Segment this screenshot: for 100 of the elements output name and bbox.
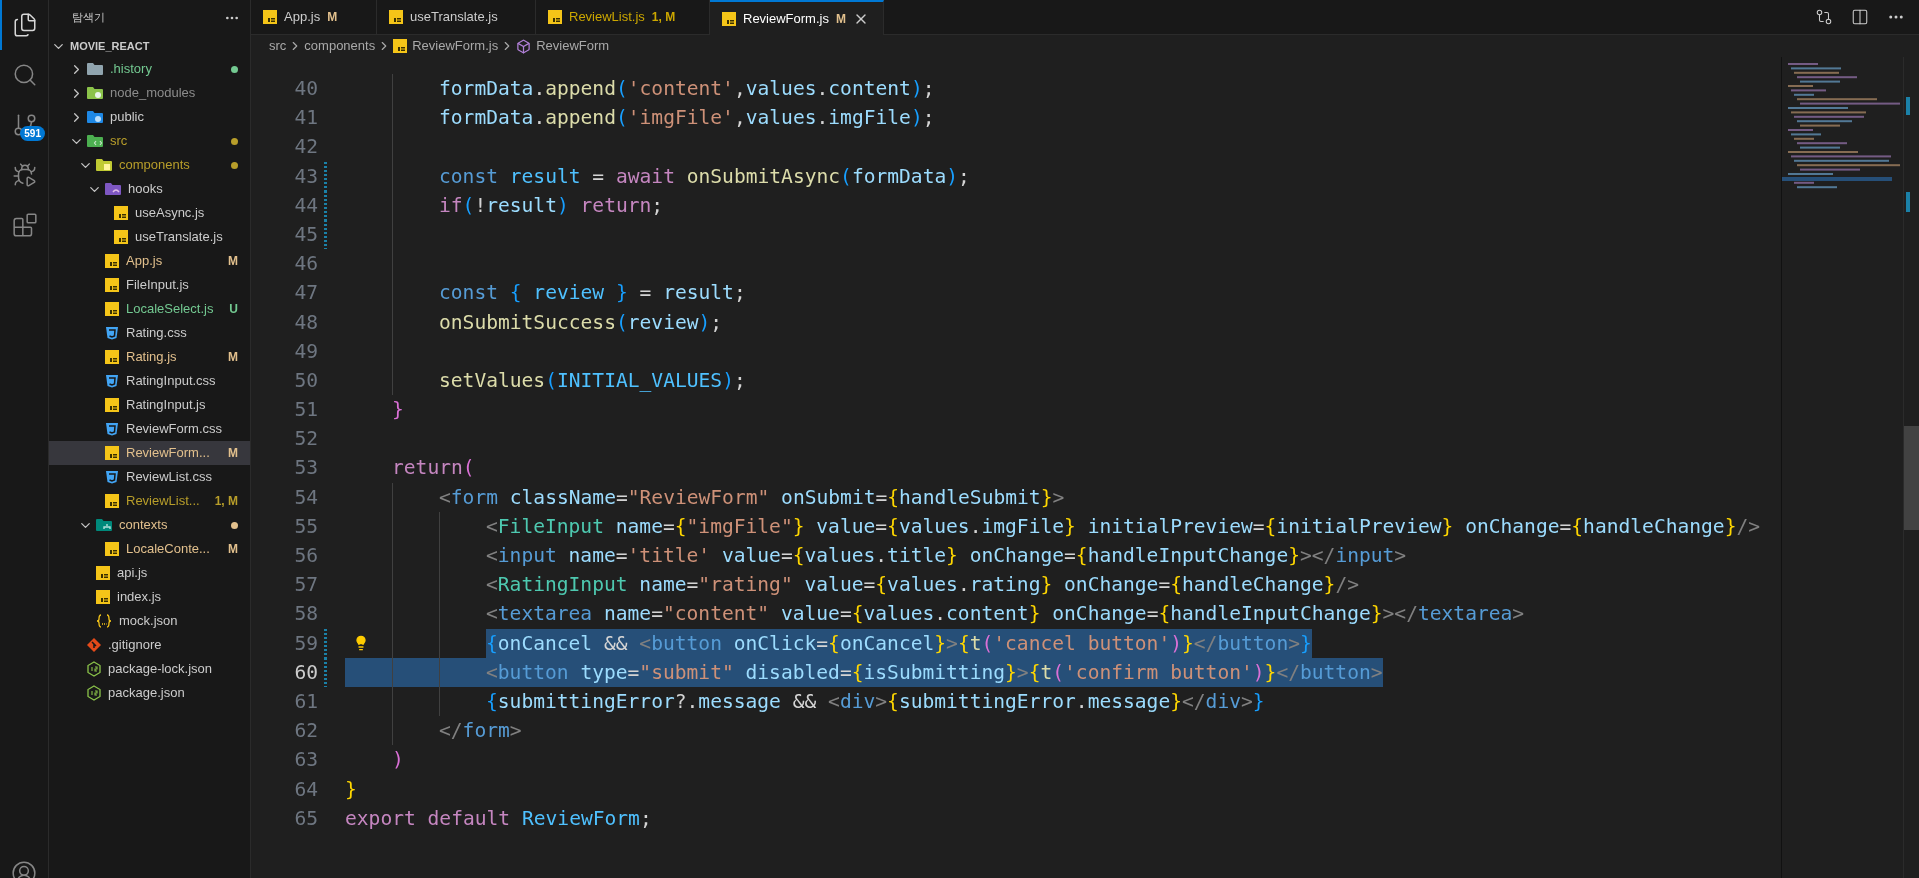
git-status: M [228,445,238,462]
lightbulb-icon[interactable] [353,634,369,651]
panel-title: 탐색기 [72,10,105,26]
file-row[interactable]: useAsync.js [49,201,250,225]
line-number: 65 [293,805,318,832]
line-number: 62 [293,718,318,745]
file-name: package-lock.json [108,660,213,679]
file-row[interactable]: ReviewForm... M [49,441,250,465]
js-file-icon [114,206,128,220]
code-line: formData.append('content',values.content); [439,76,935,102]
compare-icon[interactable] [1815,8,1833,26]
count-badge: 591 [20,126,45,141]
code-line: <input name='title' value={values.title} onChange={handleInputChange}></input> [486,543,1407,569]
overview-marker [1906,97,1910,115]
line-number: 53 [293,455,318,482]
js-file-icon [114,230,128,244]
file-row[interactable]: LocaleSelect.js U [49,297,250,321]
file-name: public [110,108,144,127]
line-number: 48 [293,309,318,336]
folder-row[interactable]: public [49,105,250,129]
git-status: M [228,253,238,270]
git-status: M [835,10,846,28]
file-name: ReviewList... [126,492,200,511]
folder-row[interactable]: .history [49,57,250,81]
js-file-icon [722,11,736,26]
file-name: FileInput.js [126,276,189,295]
file-row[interactable]: index.js [49,585,250,609]
file-name: hooks [128,180,163,199]
line-number: 47 [293,280,318,307]
line-number: 43 [293,163,318,190]
file-row[interactable]: ReviewList.css [49,465,250,489]
js-file-icon [263,10,277,24]
file-name: mock.json [119,612,178,631]
line-number: 59 [293,630,318,657]
file-name: Rating.css [126,324,187,343]
code-line: setValues(INITIAL_VALUES); [439,367,746,394]
js-file-icon [105,494,119,508]
editor-tab[interactable]: ReviewList.js 1, M [536,0,710,35]
file-row[interactable]: Rating.js M [49,345,250,369]
editor-tab[interactable]: ReviewForm.js M [710,0,884,35]
breadcrumb-item[interactable]: src [269,36,287,56]
folder-row[interactable]: src [49,129,250,153]
line-number: 41 [293,105,318,132]
file-name: App.js [126,252,163,271]
file-row[interactable]: package-lock.json [49,657,250,681]
activity-button[interactable]: 591 [0,100,48,150]
breadcrumb-item[interactable]: ReviewForm.js [393,36,499,56]
file-row[interactable]: .gitignore [49,633,250,657]
code-line: <RatingInput name="rating" value={values.rating} onChange={handleChange}/> [486,572,1359,599]
git-status: U [229,301,238,318]
scrollbar-thumb[interactable] [1904,426,1919,530]
breadcrumb-item[interactable]: ReviewForm [516,36,610,56]
file-row[interactable]: useTranslate.js [49,225,250,249]
tab-label: useTranslate.js [410,8,498,27]
file-name: package.json [108,684,185,703]
tab-label: ReviewForm.js [743,9,829,28]
breadcrumb-item[interactable]: components [304,36,376,56]
folder-row[interactable]: hooks [49,177,250,201]
js-file-icon [105,398,119,412]
folder-row[interactable]: contexts [49,513,250,537]
editor-tab[interactable]: useTranslate.js [377,0,536,35]
split-editor-icon[interactable] [1851,8,1869,26]
file-row[interactable]: RatingInput.js [49,393,250,417]
code-line: const { review } = result; [439,280,746,307]
folder-icon [96,158,112,172]
code-line: } [392,397,404,424]
line-number: 50 [293,367,318,394]
file-row[interactable]: mock.json [49,609,250,633]
file-row[interactable]: ReviewForm.css [49,417,250,441]
js-file-icon [393,39,408,53]
file-row[interactable]: ReviewList... 1, M [49,489,250,513]
line-number: 58 [293,601,318,628]
folder-icon [96,518,112,532]
line-number: 61 [293,688,318,715]
code-line: if(!result) return; [439,192,664,219]
file-row[interactable]: Rating.css [49,321,250,345]
git-status: M [228,349,238,366]
folder-header[interactable]: MOVIE_REACT [49,35,250,57]
file-name: contexts [119,516,168,535]
editor-tab[interactable]: App.js M [251,0,377,35]
file-row[interactable]: FileInput.js [49,273,250,297]
file-row[interactable]: api.js [49,561,250,585]
line-number: 42 [293,134,318,161]
folder-row[interactable]: components [49,153,250,177]
bug-play-icon [12,162,38,188]
git-status: M [327,9,338,26]
file-row[interactable]: RatingInput.css [49,369,250,393]
code-line: ) [392,747,404,774]
node-file-icon [87,661,101,677]
folder-row[interactable]: node_modules [49,81,250,105]
code-line: const result = await onSubmitAsync(formData); [439,163,970,190]
file-row[interactable]: package.json [49,681,250,705]
git-status: 1, M [214,493,238,510]
line-number: 52 [293,426,318,453]
file-name: RatingInput.js [126,396,206,415]
code-line: <form className="ReviewForm" onSubmit={handleSubmit}> [439,484,1065,511]
file-row[interactable]: App.js M [49,249,250,273]
file-row[interactable]: LocaleConte... M [49,537,250,561]
js-file-icon [105,302,119,316]
file-name: .gitignore [108,636,162,655]
